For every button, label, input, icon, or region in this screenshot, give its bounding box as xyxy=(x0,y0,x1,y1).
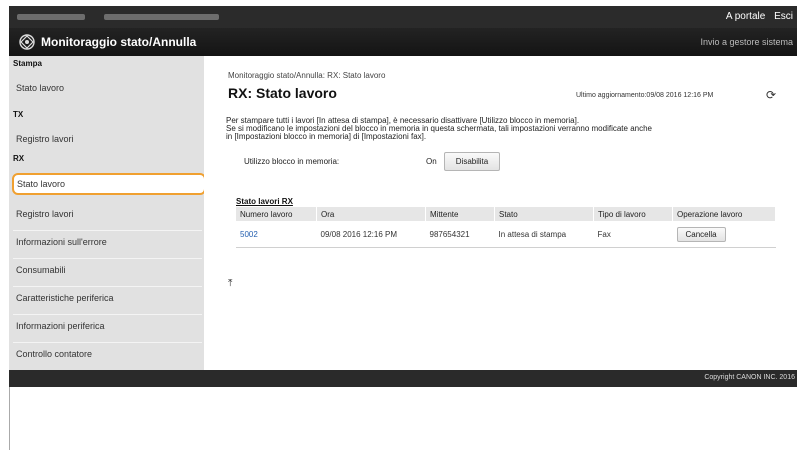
main-content: Monitoraggio stato/Annulla: RX: Stato la… xyxy=(204,56,797,370)
col-job-type: Tipo di lavoro xyxy=(593,207,673,221)
top-bar: A portale Esci xyxy=(9,6,797,28)
job-sender: 987654321 xyxy=(425,221,495,248)
last-update-time: Ultimo aggiornamento:09/08 2016 12:16 PM xyxy=(576,92,714,99)
sidebar-item-counter-check[interactable]: Controllo contatore xyxy=(13,342,202,364)
footer: Copyright CANON INC. 2016 xyxy=(9,370,797,387)
sidebar-heading-rx: RX xyxy=(13,154,25,163)
sidebar: Stampa Stato lavoro TX Registro lavori R… xyxy=(9,56,206,370)
memory-lock-label: Utilizzo blocco in memoria: xyxy=(244,157,340,166)
sidebar-item-device-features[interactable]: Caratteristiche periferica xyxy=(13,286,202,308)
notice-line: in [Impostazioni blocco in memoria] di [… xyxy=(226,132,427,141)
col-time: Ora xyxy=(316,207,426,221)
blurred-device-info xyxy=(104,14,219,20)
table-caption: Stato lavori RX xyxy=(236,197,293,206)
rx-job-table: Numero lavoro Ora Mittente Stato Tipo di… xyxy=(236,207,776,248)
sidebar-item-rx-job-log[interactable]: Registro lavori xyxy=(13,203,202,225)
copyright: Copyright CANON INC. 2016 xyxy=(704,374,795,381)
disable-button[interactable]: Disabilita xyxy=(444,152,500,171)
col-job-action: Operazione lavoro xyxy=(672,207,776,221)
job-number-link[interactable]: 5002 xyxy=(236,221,317,248)
back-to-top-icon[interactable]: ⤒ xyxy=(228,278,232,289)
sidebar-item-rx-job-status[interactable]: Stato lavoro xyxy=(12,173,206,195)
sidebar-item-device-info[interactable]: Informazioni periferica xyxy=(13,314,202,336)
top-links: A portale Esci xyxy=(720,11,793,22)
cancel-button[interactable]: Cancella xyxy=(676,226,726,242)
job-action-cell: Cancella xyxy=(672,221,776,248)
table-header-row: Numero lavoro Ora Mittente Stato Tipo di… xyxy=(236,207,776,221)
table-row: 5002 09/08 2016 12:16 PM 987654321 In at… xyxy=(236,221,776,248)
col-status: Stato xyxy=(494,207,594,221)
sidebar-item-print-job-status[interactable]: Stato lavoro xyxy=(13,77,202,99)
refresh-icon[interactable]: ⟳ xyxy=(766,88,776,102)
sidebar-heading-print: Stampa xyxy=(13,59,42,68)
job-time: 09/08 2016 12:16 PM xyxy=(316,221,426,248)
page-edge-line xyxy=(9,387,10,450)
memory-lock-value: On xyxy=(426,157,437,166)
job-status: In attesa di stampa xyxy=(494,221,594,248)
col-job-number: Numero lavoro xyxy=(236,207,317,221)
sidebar-item-tx-job-log[interactable]: Registro lavori xyxy=(13,128,202,150)
logout-link[interactable]: Esci xyxy=(774,11,793,22)
portal-link[interactable]: A portale xyxy=(726,11,765,22)
app-header: Monitoraggio stato/Annulla Invio a gesto… xyxy=(9,28,797,56)
col-sender: Mittente xyxy=(425,207,495,221)
breadcrumb: Monitoraggio stato/Annulla: RX: Stato la… xyxy=(228,71,386,80)
system-manager-link[interactable]: Invio a gestore sistema xyxy=(700,37,793,47)
sidebar-heading-tx: TX xyxy=(13,110,24,119)
sidebar-item-consumables[interactable]: Consumabili xyxy=(13,258,202,280)
notice-text: Per stampare tutti i lavori [In attesa d… xyxy=(226,117,786,141)
blurred-device-info xyxy=(17,14,85,20)
sidebar-item-error-info[interactable]: Informazioni sull'errore xyxy=(13,230,202,252)
job-type: Fax xyxy=(593,221,673,248)
app-title: Monitoraggio stato/Annulla xyxy=(41,35,197,49)
page-title: RX: Stato lavoro xyxy=(228,85,337,101)
status-monitor-icon xyxy=(19,34,35,50)
